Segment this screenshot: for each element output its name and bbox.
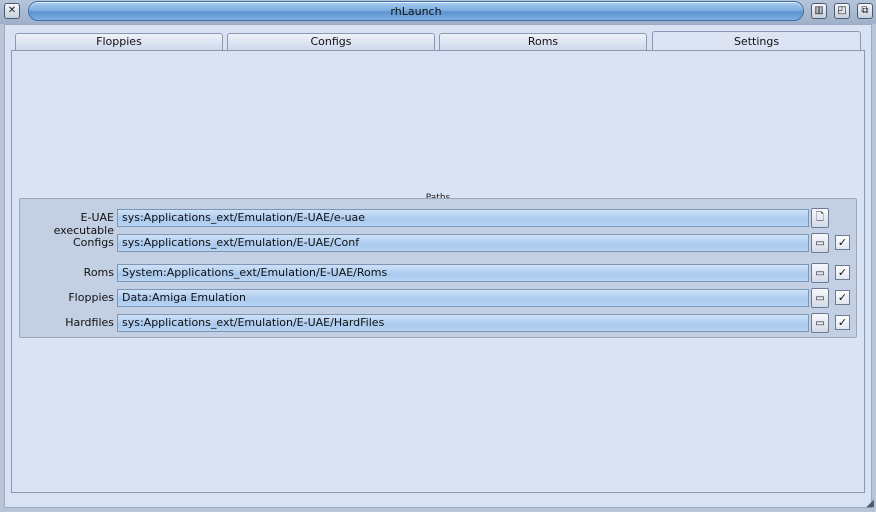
path-label: Floppies <box>68 291 114 304</box>
floppies-path-input[interactable]: Data:Amiga Emulation <box>117 289 809 307</box>
path-row-roms: Roms System:Applications_ext/Emulation/E… <box>20 263 858 283</box>
path-label: Hardfiles <box>65 316 114 329</box>
title-bar[interactable]: ✕ rhLaunch ▥ ◰ ⧉ <box>0 0 876 24</box>
app-window: ✕ rhLaunch ▥ ◰ ⧉ Floppies Configs Roms S… <box>0 0 876 512</box>
file-icon[interactable]: 🗋 <box>811 208 829 228</box>
floppies-checkbox[interactable]: ✓ <box>835 290 850 305</box>
path-row-floppies: Floppies Data:Amiga Emulation ▭ ✓ <box>20 288 858 308</box>
resize-grip-icon[interactable]: ◢ <box>862 498 874 510</box>
tab-floppies[interactable]: Floppies <box>15 33 223 51</box>
zoom-icon[interactable]: ◰ <box>834 3 850 19</box>
tab-configs[interactable]: Configs <box>227 33 435 51</box>
title-drag-bar[interactable]: rhLaunch <box>28 1 804 21</box>
folder-icon[interactable]: ▭ <box>811 263 829 283</box>
close-icon[interactable]: ✕ <box>4 3 20 19</box>
path-row-hardfiles: Hardfiles sys:Applications_ext/Emulation… <box>20 313 858 333</box>
tab-roms[interactable]: Roms <box>439 33 647 51</box>
configs-checkbox[interactable]: ✓ <box>835 235 850 250</box>
folder-icon[interactable]: ▭ <box>811 233 829 253</box>
window-title: rhLaunch <box>390 5 442 18</box>
path-row-executable: E-UAE executable sys:Applications_ext/Em… <box>20 208 858 237</box>
window-content: Floppies Configs Roms Settings Paths E-U… <box>4 24 872 508</box>
executable-path-input[interactable]: sys:Applications_ext/Emulation/E-UAE/e-u… <box>117 209 809 227</box>
iconify-icon[interactable]: ▥ <box>811 3 827 19</box>
depth-icon[interactable]: ⧉ <box>857 3 873 19</box>
hardfiles-checkbox[interactable]: ✓ <box>835 315 850 330</box>
path-label: Configs <box>72 236 114 249</box>
folder-icon[interactable]: ▭ <box>811 288 829 308</box>
paths-group: E-UAE executable sys:Applications_ext/Em… <box>19 198 857 338</box>
path-label: Roms <box>83 266 114 279</box>
settings-panel: Paths E-UAE executable sys:Applications_… <box>11 50 865 493</box>
roms-path-input[interactable]: System:Applications_ext/Emulation/E-UAE/… <box>117 264 809 282</box>
path-row-configs: Configs sys:Applications_ext/Emulation/E… <box>20 233 858 253</box>
configs-path-input[interactable]: sys:Applications_ext/Emulation/E-UAE/Con… <box>117 234 809 252</box>
hardfiles-path-input[interactable]: sys:Applications_ext/Emulation/E-UAE/Har… <box>117 314 809 332</box>
roms-checkbox[interactable]: ✓ <box>835 265 850 280</box>
folder-icon[interactable]: ▭ <box>811 313 829 333</box>
